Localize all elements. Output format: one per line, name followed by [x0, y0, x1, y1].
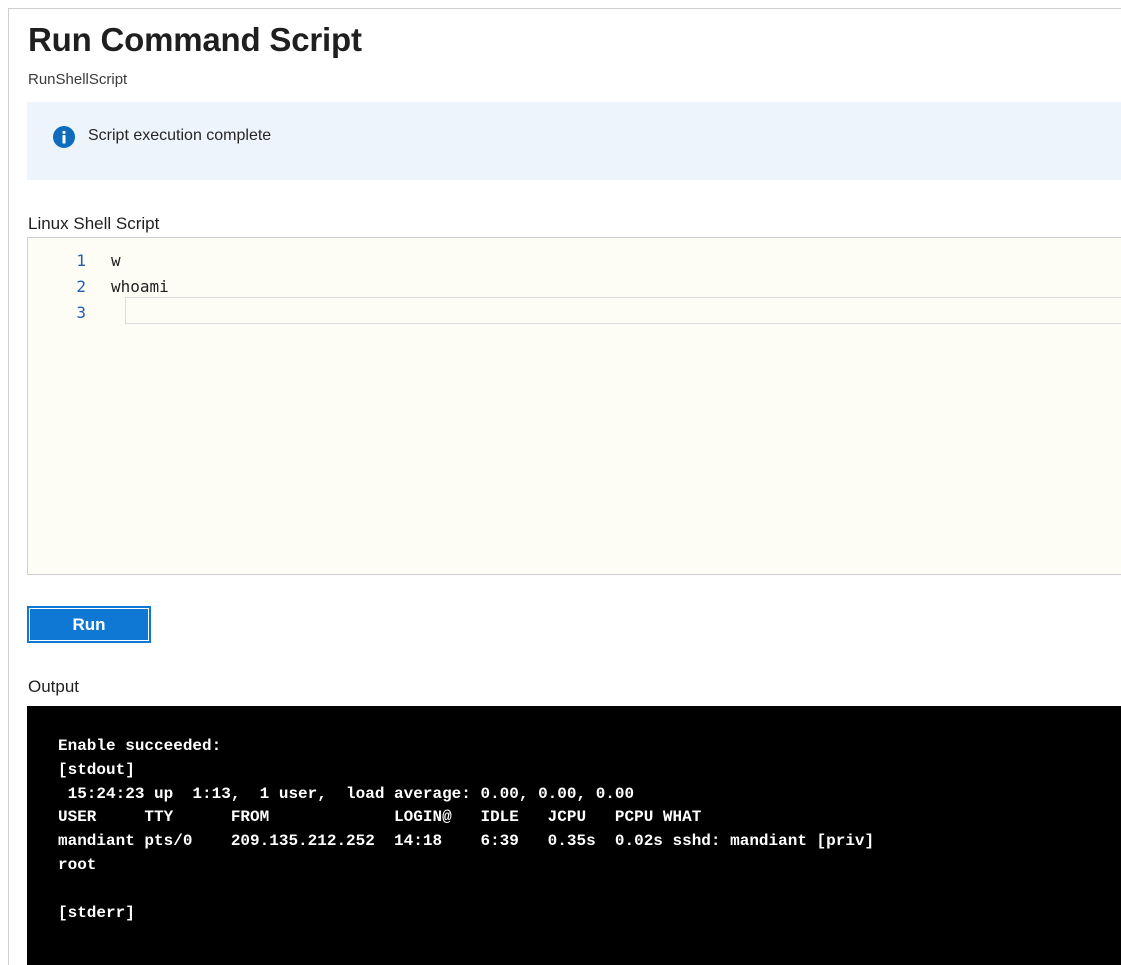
status-message: Script execution complete: [88, 127, 272, 144]
code-line[interactable]: 2 whoami: [28, 274, 1121, 300]
run-command-panel: Run Command Script RunShellScript Script…: [8, 8, 1121, 965]
output-line: 15:24:23 up 1:13, 1 user, load average: …: [58, 784, 635, 803]
code-line[interactable]: 3: [28, 300, 1121, 326]
output-line: [stdout]: [58, 760, 135, 779]
output-line: USER TTY FROM LOGIN@ IDLE JCPU PCPU WHAT: [58, 808, 702, 827]
line-number: 3: [76, 303, 86, 322]
output-line: mandiant pts/0 209.135.212.252 14:18 6:3…: [58, 832, 875, 851]
code-line[interactable]: 1 w: [28, 248, 1121, 274]
output-line: Enable succeeded:: [58, 737, 222, 755]
output-text: Enable succeeded: [stdout] 15:24:23 up 1…: [58, 735, 874, 925]
script-editor-label: Linux Shell Script: [28, 214, 160, 233]
output-line: root: [58, 855, 97, 874]
page-subtitle: RunShellScript: [28, 71, 128, 88]
line-code[interactable]: whoami: [111, 274, 169, 300]
page-title: Run Command Script: [28, 21, 362, 58]
status-banner: Script execution complete: [27, 102, 1121, 180]
line-number: 2: [76, 277, 86, 296]
output-console: Enable succeeded: [stdout] 15:24:23 up 1…: [27, 706, 1121, 965]
output-line: [stderr]: [58, 903, 135, 922]
line-code[interactable]: w: [111, 248, 121, 274]
script-editor[interactable]: 1 w 2 whoami 3: [27, 237, 1121, 575]
run-button[interactable]: Run: [27, 606, 151, 643]
info-icon: [53, 126, 75, 148]
output-label: Output: [28, 677, 80, 696]
line-number: 1: [76, 251, 86, 270]
